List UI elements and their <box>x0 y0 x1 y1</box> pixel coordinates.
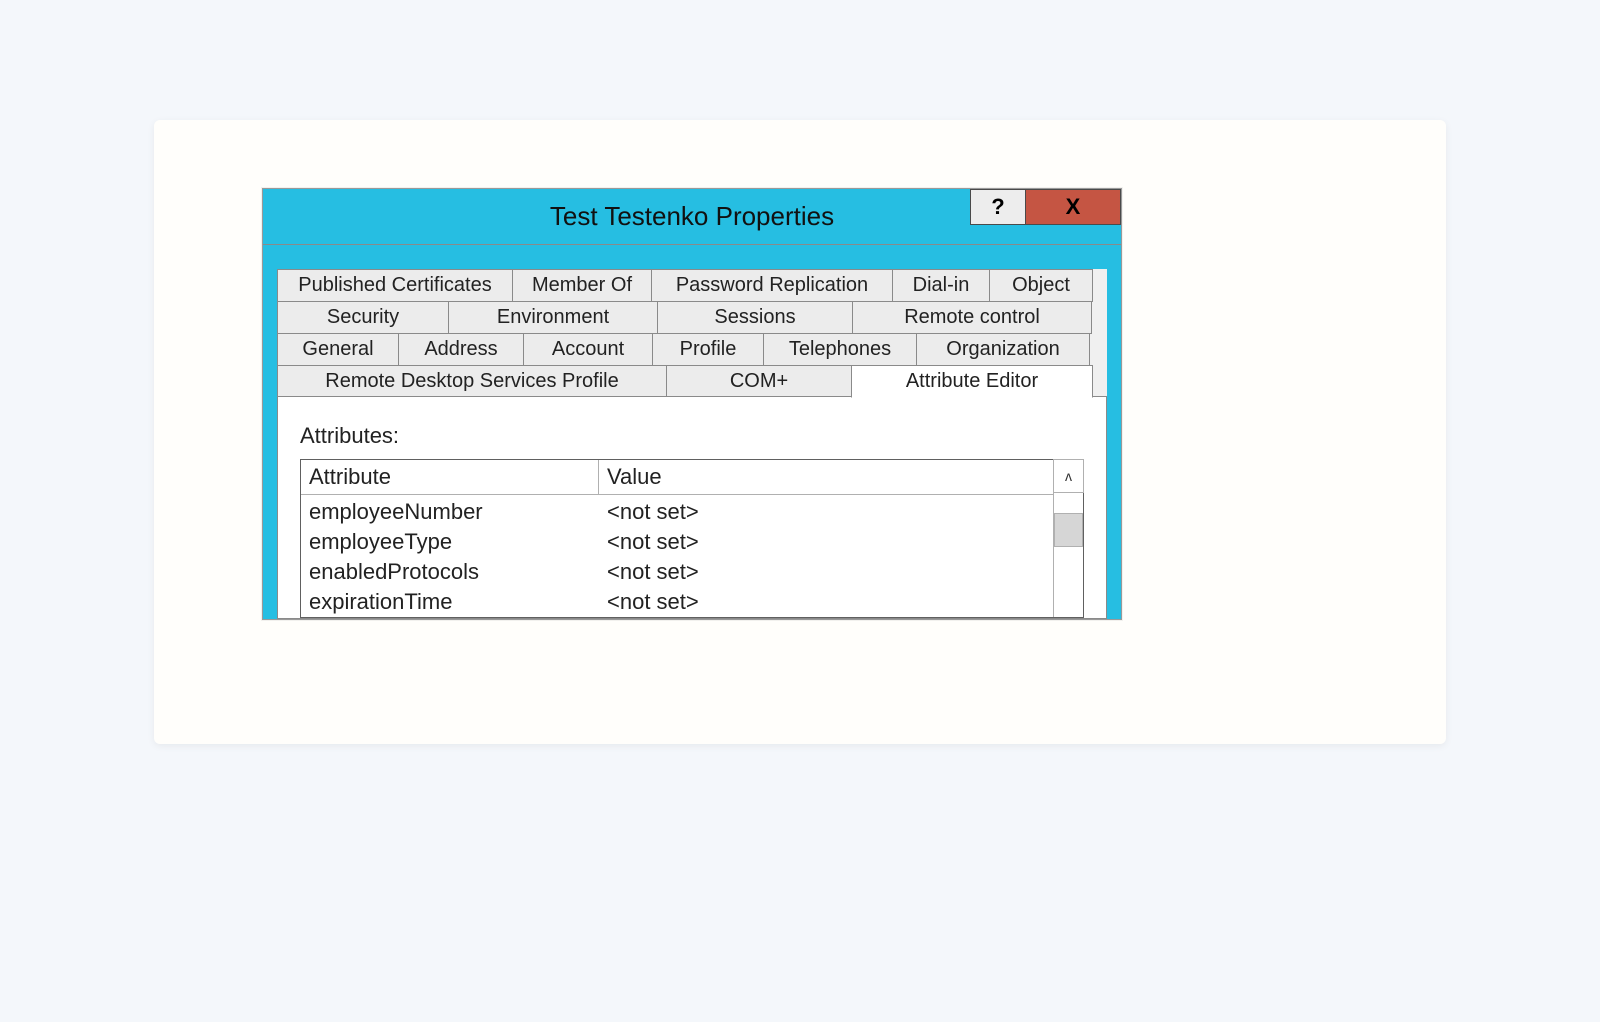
tab-attribute-editor[interactable]: Attribute Editor <box>851 365 1093 398</box>
tab-security[interactable]: Security <box>277 301 449 334</box>
tab-dial-in[interactable]: Dial-in <box>892 269 990 302</box>
tab-row-3: General Address Account Profile Telephon… <box>277 333 1107 365</box>
tab-general[interactable]: General <box>277 333 399 366</box>
tab-telephones[interactable]: Telephones <box>763 333 917 366</box>
column-header-value[interactable]: Value <box>599 460 1053 494</box>
window-client: Published Certificates Member Of Passwor… <box>263 245 1121 619</box>
close-icon: X <box>1066 194 1081 220</box>
scroll-track[interactable] <box>1054 493 1083 617</box>
attributes-label: Attributes: <box>300 423 1084 449</box>
tab-password-replication[interactable]: Password Replication <box>651 269 893 302</box>
attr-name: enabledProtocols <box>301 559 599 585</box>
attributes-list-header: Attribute Value <box>301 460 1053 495</box>
attributes-list-body: employeeNumber <not set> employeeType <n… <box>301 495 1053 617</box>
scroll-up-button[interactable]: ʌ <box>1053 459 1084 493</box>
titlebar[interactable]: Test Testenko Properties ? X <box>263 189 1121 245</box>
tab-remote-control[interactable]: Remote control <box>852 301 1092 334</box>
window-title: Test Testenko Properties <box>550 201 834 232</box>
tab-environment[interactable]: Environment <box>448 301 658 334</box>
tab-account[interactable]: Account <box>523 333 653 366</box>
tab-content: Attributes: Attribute Value employeeNumb… <box>277 396 1107 619</box>
attr-value: <not set> <box>599 529 1053 555</box>
tab-row-2: Security Environment Sessions Remote con… <box>277 301 1107 333</box>
attributes-list: Attribute Value employeeNumber <not set>… <box>300 459 1084 618</box>
tab-profile[interactable]: Profile <box>652 333 764 366</box>
tab-organization[interactable]: Organization <box>916 333 1090 366</box>
attr-name: employeeType <box>301 529 599 555</box>
tab-address[interactable]: Address <box>398 333 524 366</box>
attr-value: <not set> <box>599 499 1053 525</box>
attr-name: employeeNumber <box>301 499 599 525</box>
scrollbar[interactable]: ʌ <box>1053 460 1083 617</box>
attr-value: <not set> <box>599 589 1053 615</box>
window-client-inner: Published Certificates Member Of Passwor… <box>277 269 1107 619</box>
tab-row-1: Published Certificates Member Of Passwor… <box>277 269 1107 301</box>
attr-name: expirationTime <box>301 589 599 615</box>
card-container: Test Testenko Properties ? X Published C… <box>154 120 1446 744</box>
list-item[interactable]: enabledProtocols <not set> <box>301 557 1053 587</box>
tab-com-plus[interactable]: COM+ <box>666 365 852 398</box>
close-button[interactable]: X <box>1025 189 1121 225</box>
tab-sessions[interactable]: Sessions <box>657 301 853 334</box>
list-item[interactable]: expirationTime <not set> <box>301 587 1053 617</box>
titlebar-buttons: ? X <box>970 189 1121 225</box>
properties-window: Test Testenko Properties ? X Published C… <box>262 188 1122 620</box>
scroll-thumb[interactable] <box>1054 513 1083 547</box>
tab-rds-profile[interactable]: Remote Desktop Services Profile <box>277 365 667 398</box>
help-icon: ? <box>991 194 1004 220</box>
tab-row-4: Remote Desktop Services Profile COM+ Att… <box>277 365 1107 397</box>
tab-published-certificates[interactable]: Published Certificates <box>277 269 513 302</box>
help-button[interactable]: ? <box>970 189 1026 225</box>
tab-object[interactable]: Object <box>989 269 1093 302</box>
column-header-attribute[interactable]: Attribute <box>301 460 599 494</box>
tab-member-of[interactable]: Member Of <box>512 269 652 302</box>
list-item[interactable]: employeeType <not set> <box>301 527 1053 557</box>
list-item[interactable]: employeeNumber <not set> <box>301 497 1053 527</box>
attributes-list-main: Attribute Value employeeNumber <not set>… <box>301 460 1053 617</box>
chevron-up-icon: ʌ <box>1065 468 1072 484</box>
tab-strip: Published Certificates Member Of Passwor… <box>277 269 1107 397</box>
attr-value: <not set> <box>599 559 1053 585</box>
